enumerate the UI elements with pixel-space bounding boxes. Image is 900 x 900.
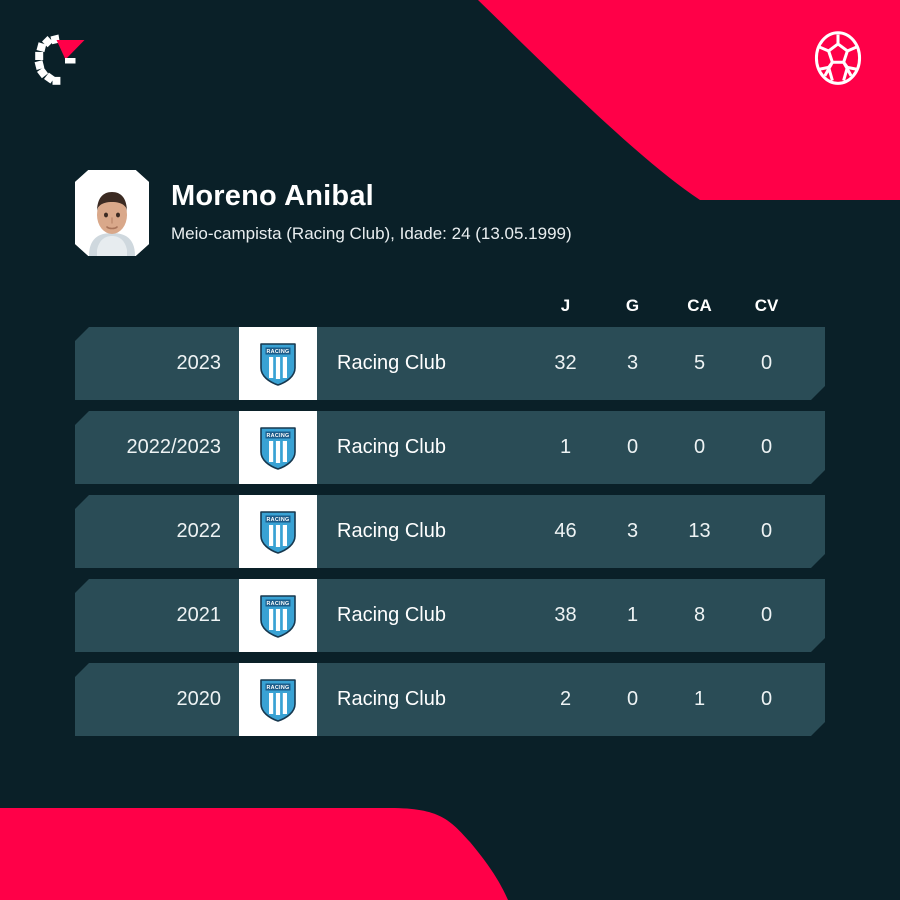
svg-text:RACING: RACING (266, 601, 289, 607)
cell-club-name: Racing Club (337, 520, 446, 542)
cell-stat-j: 2 (559, 688, 572, 710)
cell-stat-cv: 0 (760, 352, 773, 374)
career-stats-table: J G CA CV 2023 RACING Racing Club 32 3 5… (75, 285, 825, 747)
table-header-row: J G CA CV (75, 285, 825, 327)
flashscore-dial-logo-icon[interactable] (28, 28, 92, 92)
cell-stat-j: 46 (554, 520, 577, 542)
cell-season: 2023 (176, 352, 221, 374)
cell-stat-ca: 13 (688, 520, 711, 542)
player-stats-card: Moreno Anibal Meio-campista (Racing Club… (0, 0, 900, 900)
svg-text:RACING: RACING (266, 685, 289, 691)
column-header-j: J (560, 296, 571, 315)
cell-stat-j: 1 (559, 436, 572, 458)
cell-club-name: Racing Club (337, 688, 446, 710)
column-header-g: G (625, 296, 640, 315)
cell-season: 2020 (176, 688, 221, 710)
racing-club-crest-icon: RACING (259, 510, 297, 554)
column-header-ca: CA (687, 296, 712, 315)
cell-stat-ca: 0 (693, 436, 706, 458)
svg-text:RACING: RACING (266, 517, 289, 523)
cell-stat-ca: 5 (693, 352, 706, 374)
table-row[interactable]: 2023 RACING Racing Club 32 3 5 0 (75, 327, 825, 400)
cell-stat-g: 1 (626, 604, 639, 626)
cell-season: 2022 (176, 520, 221, 542)
cell-season: 2022/2023 (126, 436, 221, 458)
cell-club-name: Racing Club (337, 604, 446, 626)
decorative-red-shape-bottom (0, 808, 508, 900)
table-row[interactable]: 2022/2023 RACING Racing Club 1 0 0 0 (75, 411, 825, 484)
cell-crest: RACING (239, 579, 317, 652)
cell-stat-cv: 0 (760, 688, 773, 710)
svg-text:RACING: RACING (266, 433, 289, 439)
cell-stat-g: 0 (626, 436, 639, 458)
cell-stat-cv: 0 (760, 520, 773, 542)
cell-stat-g: 0 (626, 688, 639, 710)
table-row[interactable]: 2021 RACING Racing Club 38 1 8 0 (75, 579, 825, 652)
soccer-ball-icon[interactable] (808, 28, 868, 88)
cell-crest: RACING (239, 327, 317, 400)
cell-stat-ca: 1 (693, 688, 706, 710)
racing-club-crest-icon: RACING (259, 426, 297, 470)
player-headshot-avatar (75, 170, 149, 256)
racing-club-crest-icon: RACING (259, 342, 297, 386)
table-row[interactable]: 2022 RACING Racing Club 46 3 13 0 (75, 495, 825, 568)
column-header-cv: CV (754, 296, 779, 315)
cell-club-name: Racing Club (337, 352, 446, 374)
cell-stat-j: 38 (554, 604, 577, 626)
cell-stat-j: 32 (554, 352, 577, 374)
cell-stat-g: 3 (626, 352, 639, 374)
table-row[interactable]: 2020 RACING Racing Club 2 0 1 0 (75, 663, 825, 736)
cell-crest: RACING (239, 663, 317, 736)
page-title: Moreno Anibal (171, 180, 374, 213)
cell-stat-cv: 0 (760, 436, 773, 458)
cell-stat-g: 3 (626, 520, 639, 542)
cell-stat-ca: 8 (693, 604, 706, 626)
cell-club-name: Racing Club (337, 436, 446, 458)
header-bar (0, 0, 900, 150)
player-identity: Moreno Anibal Meio-campista (Racing Club… (75, 170, 572, 256)
racing-club-crest-icon: RACING (259, 594, 297, 638)
cell-crest: RACING (239, 411, 317, 484)
player-meta: Meio-campista (Racing Club), Idade: 24 (… (171, 224, 572, 244)
cell-stat-cv: 0 (760, 604, 773, 626)
svg-text:RACING: RACING (266, 349, 289, 355)
racing-club-crest-icon: RACING (259, 678, 297, 722)
cell-crest: RACING (239, 495, 317, 568)
cell-season: 2021 (176, 604, 221, 626)
